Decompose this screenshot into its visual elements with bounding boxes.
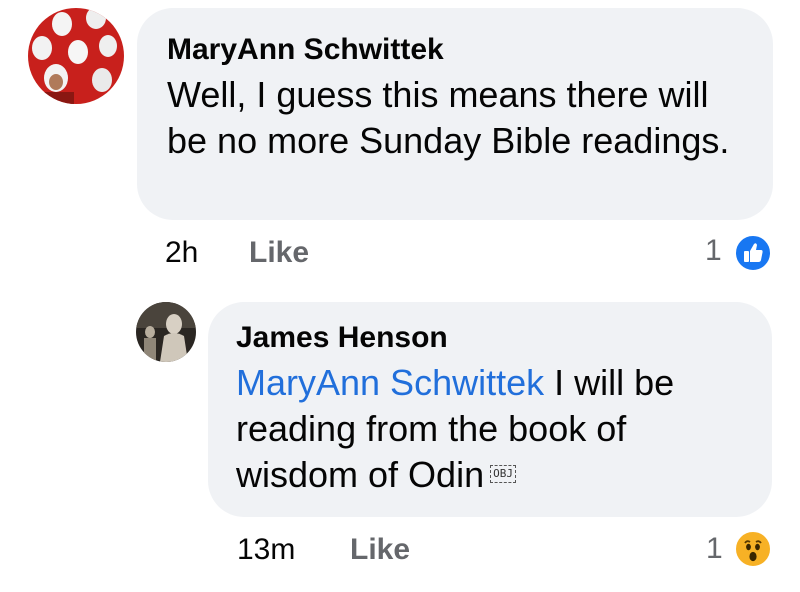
object-placeholder-icon: OBJ	[490, 465, 516, 484]
wow-icon[interactable]	[734, 530, 772, 568]
comment-timestamp[interactable]: 13m	[237, 533, 295, 567]
reaction-count[interactable]: 1	[705, 234, 722, 268]
comment-bubble: MaryAnn Schwittek Well, I guess this mea…	[137, 8, 773, 220]
comment-bubble: James Henson MaryAnn Schwittek I will be…	[208, 302, 772, 517]
like-button[interactable]: Like	[249, 236, 309, 270]
like-icon[interactable]	[734, 234, 772, 272]
comment-text: Well, I guess this means there will be n…	[167, 74, 730, 161]
like-button[interactable]: Like	[350, 533, 410, 567]
comment-timestamp[interactable]: 2h	[165, 236, 198, 270]
comment-text: MaryAnn Schwittek I will be reading from…	[236, 360, 742, 498]
comment-author[interactable]: MaryAnn Schwittek	[167, 32, 743, 68]
avatar-maryann[interactable]	[28, 8, 124, 104]
avatar-james[interactable]	[136, 302, 196, 362]
comment-author[interactable]: James Henson	[236, 320, 742, 356]
reaction-count[interactable]: 1	[706, 532, 723, 566]
mention-link[interactable]: MaryAnn Schwittek	[236, 362, 544, 403]
